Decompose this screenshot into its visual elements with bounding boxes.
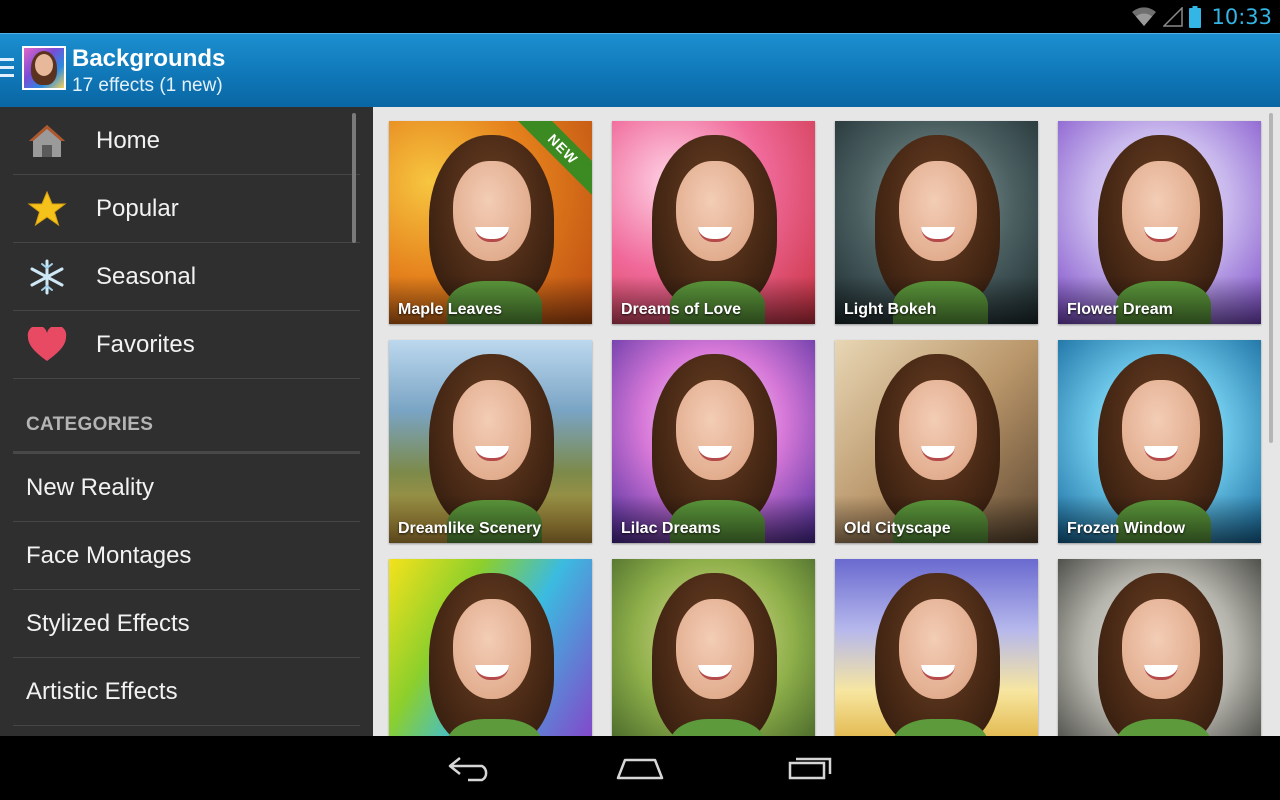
battery-icon (1189, 5, 1202, 28)
snowflake-icon (30, 259, 64, 295)
tile-label: Old Cityscape (844, 520, 951, 537)
effect-tile-maple-leaves[interactable]: NEW Maple Leaves (389, 121, 592, 324)
effect-tile-green-bokeh[interactable] (612, 559, 815, 736)
effect-tile-frozen-window[interactable]: Frozen Window (1058, 340, 1261, 543)
heart-icon (27, 327, 67, 361)
sidebar-scrollbar[interactable] (352, 113, 356, 243)
effects-grid: NEW Maple Leaves Dreams of Love Light Bo… (373, 107, 1280, 736)
status-icons: 10:33 (1131, 0, 1272, 33)
category-face-montages[interactable]: Face Montages (13, 522, 360, 590)
status-time: 10:33 (1211, 4, 1272, 29)
tile-label: Dreamlike Scenery (398, 520, 542, 537)
action-bar: Backgrounds 17 effects (1 new) (0, 33, 1280, 107)
grid-scrollbar[interactable] (1269, 113, 1273, 443)
status-bar: 10:33 (0, 0, 1280, 33)
category-artistic-effects[interactable]: Artistic Effects (13, 658, 360, 726)
home-icon (29, 125, 65, 157)
navigation-drawer: Home Popular Seasonal Favorites CATEGORI… (0, 107, 373, 736)
nav-item-popular[interactable]: Popular (13, 175, 360, 243)
drawer-menu-icon[interactable] (0, 58, 14, 80)
signal-icon (1163, 6, 1184, 27)
effect-tile-flower-dream[interactable]: Flower Dream (1058, 121, 1261, 324)
categories-header: CATEGORIES (26, 414, 154, 435)
wifi-icon (1132, 6, 1157, 26)
effect-tile-dreamlike-scenery[interactable]: Dreamlike Scenery (389, 340, 592, 543)
back-icon (448, 757, 488, 782)
tile-label: Light Bokeh (844, 301, 937, 318)
effect-tile-stone-wall[interactable] (1058, 559, 1261, 736)
effect-tile-dreams-of-love[interactable]: Dreams of Love (612, 121, 815, 324)
effect-tile-sunset-sky[interactable] (835, 559, 1038, 736)
recent-apps-icon (788, 757, 832, 780)
app-logo-icon[interactable] (22, 46, 66, 90)
effect-tile-old-cityscape[interactable]: Old Cityscape (835, 340, 1038, 543)
back-button[interactable] (440, 750, 500, 786)
nav-item-home[interactable]: Home (13, 107, 360, 175)
tile-label: Dreams of Love (621, 301, 742, 318)
effect-tile-butterfly[interactable] (389, 559, 592, 736)
tile-label: Lilac Dreams (621, 520, 721, 537)
action-bar-title: Backgrounds (72, 45, 226, 72)
nav-item-label: Seasonal (96, 263, 197, 290)
tile-label: Maple Leaves (398, 301, 503, 318)
recent-apps-button[interactable] (780, 750, 840, 786)
category-label: New Reality (26, 474, 155, 501)
nav-item-seasonal[interactable]: Seasonal (13, 243, 360, 311)
home-outline-icon (616, 758, 664, 780)
nav-item-favorites[interactable]: Favorites (13, 311, 360, 379)
category-label: Stylized Effects (26, 610, 190, 637)
category-label: Artistic Effects (26, 678, 178, 705)
category-label: Face Montages (26, 542, 192, 569)
tile-label: Flower Dream (1067, 301, 1173, 318)
effect-tile-light-bokeh[interactable]: Light Bokeh (835, 121, 1038, 324)
effect-tile-lilac-dreams[interactable]: Lilac Dreams (612, 340, 815, 543)
star-icon (27, 191, 67, 227)
category-stylized-effects[interactable]: Stylized Effects (13, 590, 360, 658)
nav-item-label: Popular (96, 195, 179, 222)
system-nav-bar (0, 736, 1280, 800)
home-button[interactable] (610, 750, 670, 786)
category-new-reality[interactable]: New Reality (13, 454, 360, 522)
nav-item-label: Favorites (96, 331, 195, 358)
action-bar-subtitle: 17 effects (1 new) (72, 75, 223, 96)
tile-label: Frozen Window (1067, 520, 1186, 537)
nav-item-label: Home (96, 127, 161, 154)
